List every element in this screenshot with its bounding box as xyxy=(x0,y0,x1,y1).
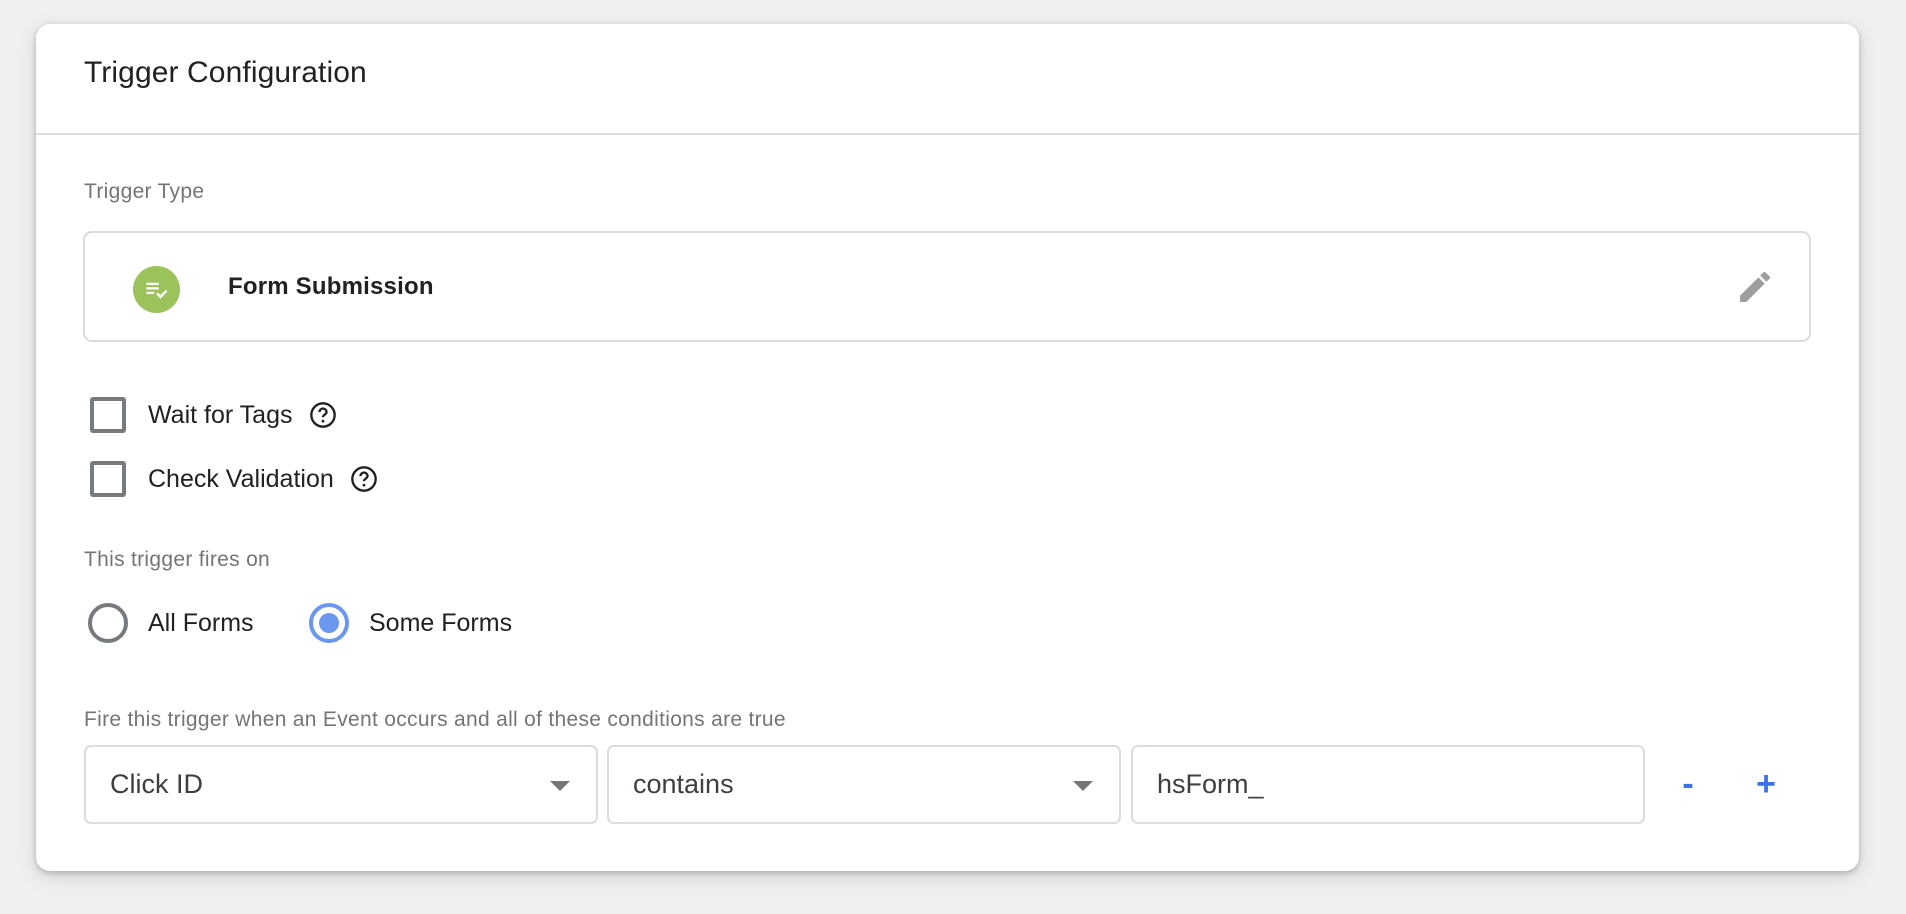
option-wait-for-tags: Wait for Tags xyxy=(90,397,337,433)
some-forms-radio[interactable] xyxy=(309,603,349,643)
operator-select-value: contains xyxy=(633,769,734,799)
chevron-down-icon xyxy=(1073,781,1093,791)
radio-some-forms[interactable]: Some Forms xyxy=(309,602,512,644)
help-circle-icon[interactable] xyxy=(309,401,337,429)
variable-select-value: Click ID xyxy=(110,769,203,799)
wait-for-tags-checkbox[interactable] xyxy=(90,397,126,433)
remove-condition-button[interactable]: - xyxy=(1666,762,1710,806)
variable-select[interactable]: Click ID xyxy=(84,745,598,824)
operator-select[interactable]: contains xyxy=(607,745,1121,824)
wait-for-tags-label: Wait for Tags xyxy=(148,400,293,429)
trigger-type-label: Trigger Type xyxy=(84,180,205,203)
card-title: Trigger Configuration xyxy=(84,56,367,89)
pencil-icon[interactable] xyxy=(1735,267,1775,307)
form-submission-icon xyxy=(133,266,180,313)
help-circle-icon[interactable] xyxy=(350,465,378,493)
radio-all-forms[interactable]: All Forms xyxy=(88,602,254,644)
all-forms-radio[interactable] xyxy=(88,603,128,643)
some-forms-label: Some Forms xyxy=(369,608,513,637)
condition-value-input[interactable]: hsForm_ xyxy=(1131,745,1645,824)
header-divider xyxy=(36,133,1859,135)
check-validation-label: Check Validation xyxy=(148,464,334,493)
trigger-type-name: Form Submission xyxy=(228,273,434,300)
trigger-configuration-card: Trigger Configuration Trigger Type Form … xyxy=(36,24,1859,871)
fires-on-label: This trigger fires on xyxy=(84,548,271,571)
trigger-type-selector[interactable]: Form Submission xyxy=(83,231,1811,342)
all-forms-label: All Forms xyxy=(148,608,254,637)
condition-value-text: hsForm_ xyxy=(1157,769,1264,799)
chevron-down-icon xyxy=(550,781,570,791)
check-validation-checkbox[interactable] xyxy=(90,461,126,497)
conditions-label: Fire this trigger when an Event occurs a… xyxy=(84,708,786,731)
add-condition-button[interactable]: + xyxy=(1744,762,1788,806)
option-check-validation: Check Validation xyxy=(90,461,378,497)
